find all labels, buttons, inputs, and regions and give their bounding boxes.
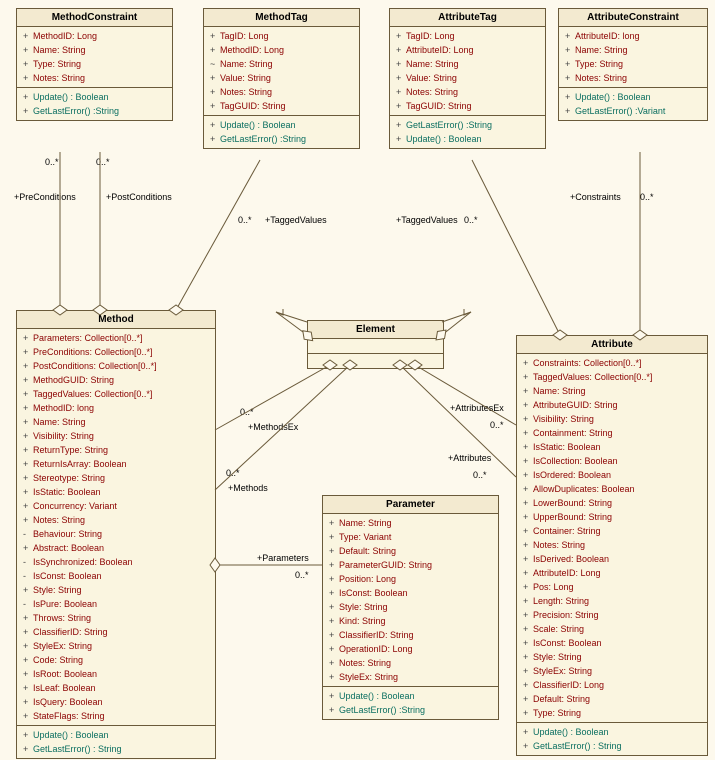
role-label: +AttributesEx (450, 403, 504, 413)
mult-label: 0..* (464, 215, 478, 225)
mult-label: 0..* (96, 157, 110, 167)
role-label: +Parameters (257, 553, 309, 563)
role-label: +PostConditions (106, 192, 172, 202)
mult-label: 0..* (490, 420, 504, 430)
mult-label: 0..* (295, 570, 309, 580)
meth-section: +Update() : Boolean +GetLastError() :Str… (17, 88, 172, 120)
mult-label: 0..* (640, 192, 654, 202)
role-label: +Methods (228, 483, 268, 493)
class-title: Method (17, 311, 215, 329)
role-label: +MethodsEx (248, 422, 298, 432)
class-attribute-tag: AttributeTag +TagID: Long +AttributeID: … (389, 8, 546, 149)
role-label: +TaggedValues (396, 215, 458, 225)
class-title: MethodConstraint (17, 9, 172, 27)
class-parameter: Parameter +Name: String+Type: Variant+De… (322, 495, 499, 720)
class-title: MethodTag (204, 9, 359, 27)
role-label: +Attributes (448, 453, 491, 463)
attr-section: +MethodID: Long +Name: String +Type: Str… (17, 27, 172, 88)
mult-label: 0..* (226, 468, 240, 478)
class-title: AttributeConstraint (559, 9, 707, 27)
class-element: Element (307, 320, 444, 369)
class-title: Parameter (323, 496, 498, 514)
class-method-constraint: MethodConstraint +MethodID: Long +Name: … (16, 8, 173, 121)
class-attribute-constraint: AttributeConstraint +AttributeID: long +… (558, 8, 708, 121)
class-title: Element (308, 321, 443, 339)
role-label: +PreConditions (14, 192, 76, 202)
mult-label: 0..* (238, 215, 252, 225)
mult-label: 0..* (45, 157, 59, 167)
class-title: Attribute (517, 336, 707, 354)
class-method: Method +Parameters: Collection[0..*]+Pre… (16, 310, 216, 759)
mult-label: 0..* (473, 470, 487, 480)
class-title: AttributeTag (390, 9, 545, 27)
class-method-tag: MethodTag +TagID: Long +MethodID: Long ~… (203, 8, 360, 149)
mult-label: 0..* (240, 407, 254, 417)
role-label: +Constraints (570, 192, 621, 202)
role-label: +TaggedValues (265, 215, 327, 225)
class-attribute: Attribute +Constraints: Collection[0..*]… (516, 335, 708, 756)
